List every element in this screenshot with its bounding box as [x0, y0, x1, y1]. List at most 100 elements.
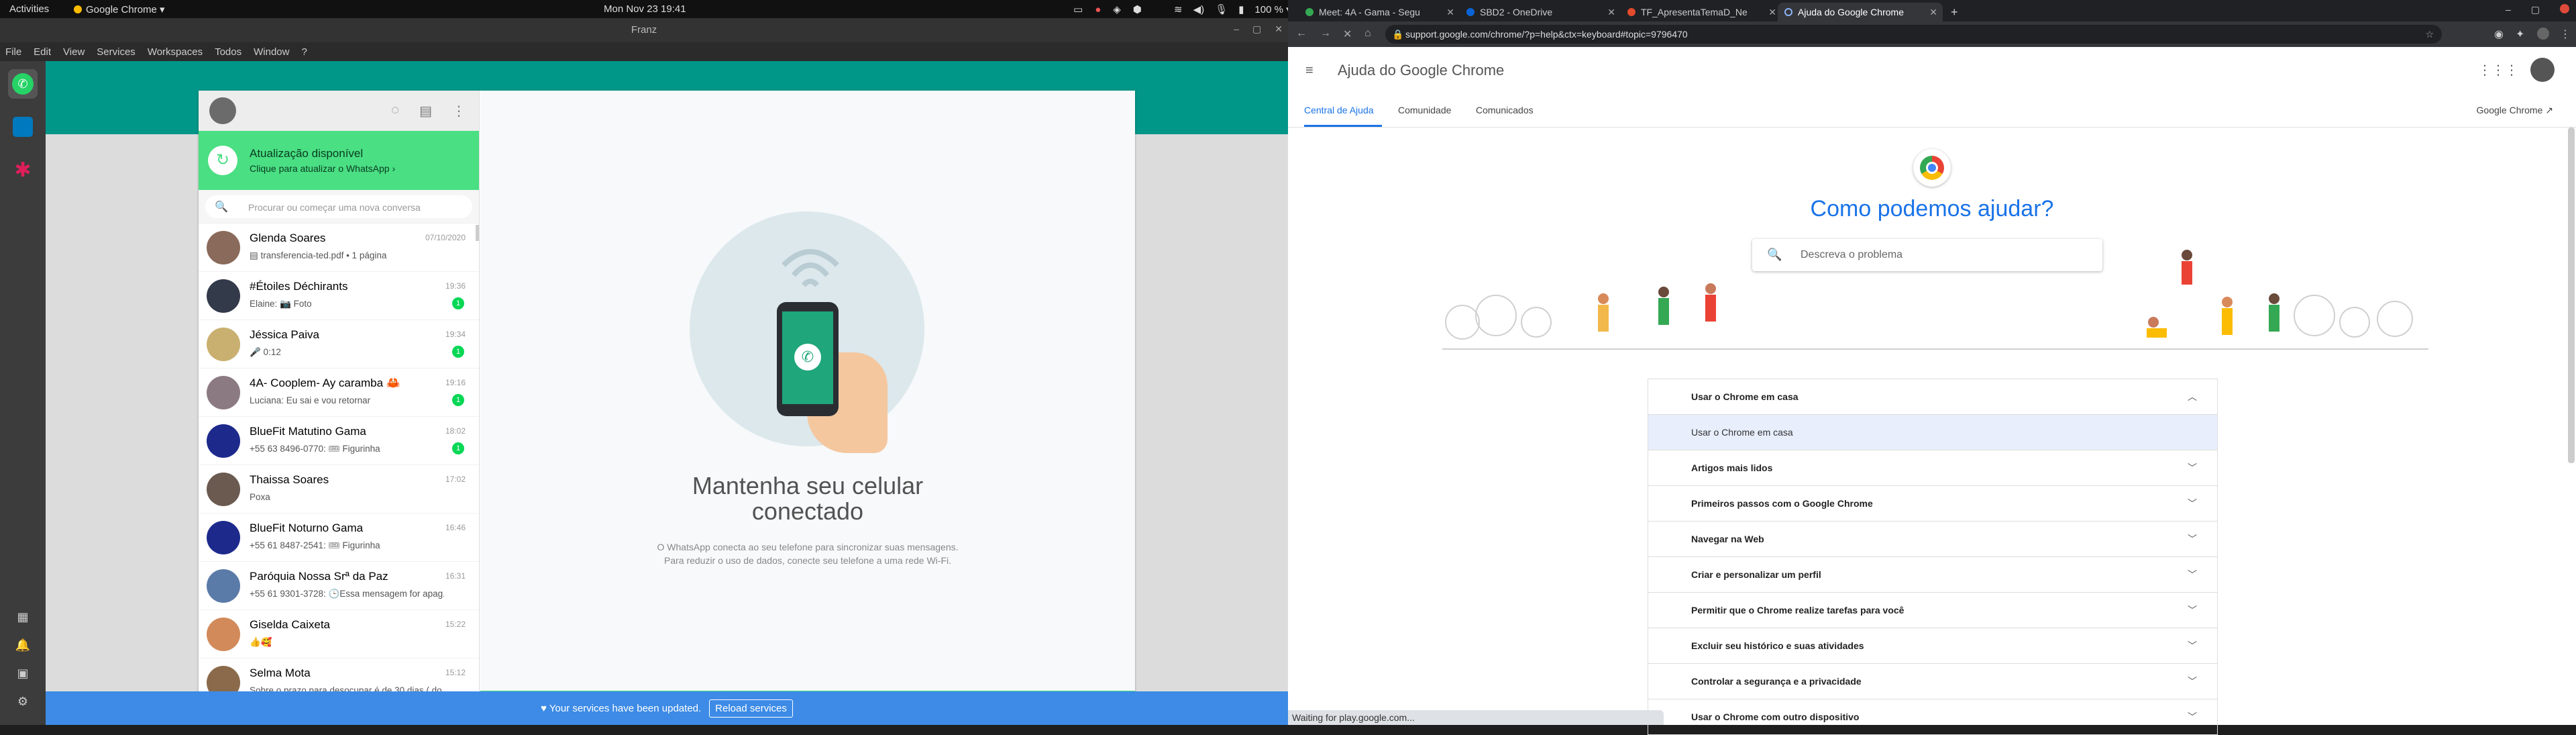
activities-button[interactable]: Activities: [9, 3, 49, 15]
app-menu[interactable]: Google Chrome ▾: [74, 3, 165, 15]
todos-icon[interactable]: ▣: [15, 667, 31, 683]
menu-edit[interactable]: Edit: [34, 46, 51, 58]
bookmark-star-icon[interactable]: ☆: [2425, 25, 2434, 44]
tab-meet[interactable]: Meet: 4A - Gama - Segu ✕: [1299, 3, 1460, 21]
service-slack[interactable]: ✱: [8, 155, 38, 185]
app-menu-label: Google Chrome ▾: [86, 4, 165, 15]
tab-pdf[interactable]: TF_ApresentaTemaD_Ne ✕: [1621, 3, 1782, 21]
active-tab-underline: [1304, 125, 1382, 127]
chat-item[interactable]: Glenda Soares 07/10/2020 ▤ transferencia…: [199, 224, 479, 272]
maximize-icon[interactable]: ▢: [1252, 23, 1261, 35]
status-icon[interactable]: ◌: [391, 103, 399, 119]
faq-section[interactable]: Criar e personalizar um perfil ﹀: [1648, 557, 2217, 593]
maximize-icon[interactable]: ▢: [2531, 4, 2540, 15]
faq-section[interactable]: Primeiros passos com o Google Chrome ﹀: [1648, 486, 2217, 522]
close-tab-icon[interactable]: ✕: [1929, 7, 1937, 18]
menu-services[interactable]: Services: [97, 46, 136, 58]
page-title[interactable]: Ajuda do Google Chrome: [1338, 62, 1504, 79]
profile-header: ◌ ▤ ⋮: [199, 91, 479, 131]
puzzle-icon[interactable]: ✦: [2516, 28, 2524, 41]
volume-icon: ◀): [1193, 4, 1205, 15]
hamburger-icon[interactable]: ≡: [1305, 63, 1313, 79]
close-tab-icon[interactable]: ✕: [1446, 7, 1454, 18]
kebab-menu-icon[interactable]: ⋮: [2560, 28, 2571, 41]
service-trello[interactable]: [8, 112, 38, 142]
chat-time: 15:12: [445, 668, 466, 677]
faq-section[interactable]: Usar o Chrome com outro dispositivo ﹀: [1648, 699, 2217, 735]
forward-icon[interactable]: →: [1320, 28, 1331, 40]
back-icon[interactable]: ←: [1296, 28, 1307, 40]
chat-item[interactable]: BlueFit Noturno Gama 16:46 +55 61 8487-2…: [199, 513, 479, 562]
tab-onedrive[interactable]: SBD2 - OneDrive ✕: [1460, 3, 1621, 21]
faq-section[interactable]: Artigos mais lidos ﹀: [1648, 450, 2217, 486]
product-link[interactable]: Google Chrome ↗: [2477, 105, 2553, 116]
extension-icon[interactable]: ◉: [2494, 28, 2504, 41]
faq-label: Primeiros passos com o Google Chrome: [1691, 498, 1873, 509]
chat-item[interactable]: BlueFit Matutino Gama 18:02 +55 63 8496-…: [199, 417, 479, 465]
faq-section[interactable]: Controlar a segurança e a privacidade ﹀: [1648, 664, 2217, 699]
menu-workspaces[interactable]: Workspaces: [148, 46, 203, 58]
menu-help[interactable]: ?: [301, 46, 307, 58]
menu-todos[interactable]: Todos: [215, 46, 241, 58]
kebab-menu-icon[interactable]: ⋮: [452, 103, 466, 119]
service-whatsapp[interactable]: ✆: [8, 69, 38, 99]
stop-icon[interactable]: ✕: [1343, 28, 1352, 41]
chat-item[interactable]: Giselda Caixeta 15:22 👍🥰: [199, 610, 479, 658]
profile-avatar[interactable]: [2537, 28, 2549, 40]
faq-section[interactable]: Permitir que o Chrome realize tarefas pa…: [1648, 593, 2217, 628]
tab-title: Ajuda do Google Chrome: [1798, 7, 1904, 17]
menu-view[interactable]: View: [63, 46, 85, 58]
chat-item[interactable]: #Étoiles Déchirants 19:36 Elaine: 📷 Foto…: [199, 272, 479, 320]
clock[interactable]: Mon Nov 23 19:41: [604, 3, 686, 15]
tab-help-center[interactable]: Central de Ajuda: [1304, 105, 1374, 115]
tray-icon[interactable]: ▭: [1073, 3, 1083, 15]
update-banner[interactable]: ↻ Atualização disponível Clique para atu…: [199, 131, 479, 190]
close-tab-icon[interactable]: ✕: [1607, 7, 1615, 18]
minimize-icon[interactable]: –: [2506, 4, 2511, 15]
service-sidebar: ✆ ✱ ▦ 🔔 ▣ ⚙: [0, 61, 46, 725]
menu-window[interactable]: Window: [254, 46, 289, 58]
chat-item[interactable]: 4A- Cooplem- Ay caramba 🦀 19:16 Luciana:…: [199, 369, 479, 417]
faq-label: Criar e personalizar um perfil: [1691, 569, 1821, 580]
close-icon[interactable]: [2560, 4, 2569, 13]
chat-item[interactable]: Jéssica Paiva 19:34 🎤 0:12 1: [199, 320, 479, 369]
scrollbar[interactable]: [476, 225, 479, 241]
chat-name: Thaissa Soares: [250, 473, 329, 486]
tab-announcements[interactable]: Comunicados: [1476, 105, 1534, 115]
settings-icon[interactable]: ⚙: [15, 695, 31, 711]
chat-item[interactable]: Paróquia Nossa Srª da Paz 16:31 +55 61 9…: [199, 562, 479, 610]
tab-help[interactable]: Ajuda do Google Chrome ✕: [1778, 3, 1943, 21]
faq-section[interactable]: Navegar na Web ﹀: [1648, 522, 2217, 557]
workspaces-icon[interactable]: ▦: [15, 610, 31, 626]
close-icon[interactable]: ✕: [1275, 23, 1283, 35]
close-tab-icon[interactable]: ✕: [1768, 7, 1776, 18]
chat-preview: 👍🥰: [250, 637, 272, 647]
faq-section-open[interactable]: Usar o Chrome em casa ︿: [1648, 379, 2217, 415]
tray-icon[interactable]: ⬢: [1133, 3, 1142, 15]
reload-services-button[interactable]: Reload services: [709, 699, 793, 718]
tray-icon[interactable]: ●: [1095, 4, 1101, 15]
page-scrollbar[interactable]: [2568, 128, 2575, 463]
faq-sub-label: Usar o Chrome em casa: [1691, 427, 1793, 438]
menu-file[interactable]: File: [5, 46, 21, 58]
faq-subitem[interactable]: Usar o Chrome em casa: [1648, 415, 2217, 450]
tab-community[interactable]: Comunidade: [1398, 105, 1451, 115]
account-avatar[interactable]: [2530, 58, 2555, 82]
sub-navigation: Central de Ajuda Comunidade Comunicados …: [1288, 94, 2576, 128]
apps-grid-icon[interactable]: ⋮⋮⋮: [2478, 62, 2518, 79]
new-chat-icon[interactable]: ▤: [419, 103, 432, 119]
chat-preview: Luciana: Eu sai e vou retornar: [250, 395, 371, 405]
notifications-icon[interactable]: 🔔: [15, 638, 31, 654]
new-tab-button[interactable]: +: [1944, 3, 1964, 21]
header-actions: ◌ ▤ ⋮: [391, 103, 466, 119]
chat-item[interactable]: Thaissa Soares 17:02 Poxa: [199, 465, 479, 513]
status-area[interactable]: ≋ ◀) 🎙 ▮ 100 % ▾: [1174, 3, 1291, 15]
home-icon[interactable]: ⌂: [1364, 28, 1371, 40]
address-bar[interactable]: 🔒 support.google.com/chrome/?p=help&ctx=…: [1385, 25, 2442, 44]
minimize-icon[interactable]: –: [1234, 23, 1239, 35]
avatar[interactable]: [209, 97, 236, 124]
shield-icon[interactable]: ◈: [1113, 3, 1121, 15]
faq-section[interactable]: Excluir seu histórico e suas atividades ﹀: [1648, 628, 2217, 664]
search-input[interactable]: 🔍 Procurar ou começar uma nova conversa: [205, 195, 472, 218]
chat-name: BlueFit Noturno Gama: [250, 522, 364, 534]
